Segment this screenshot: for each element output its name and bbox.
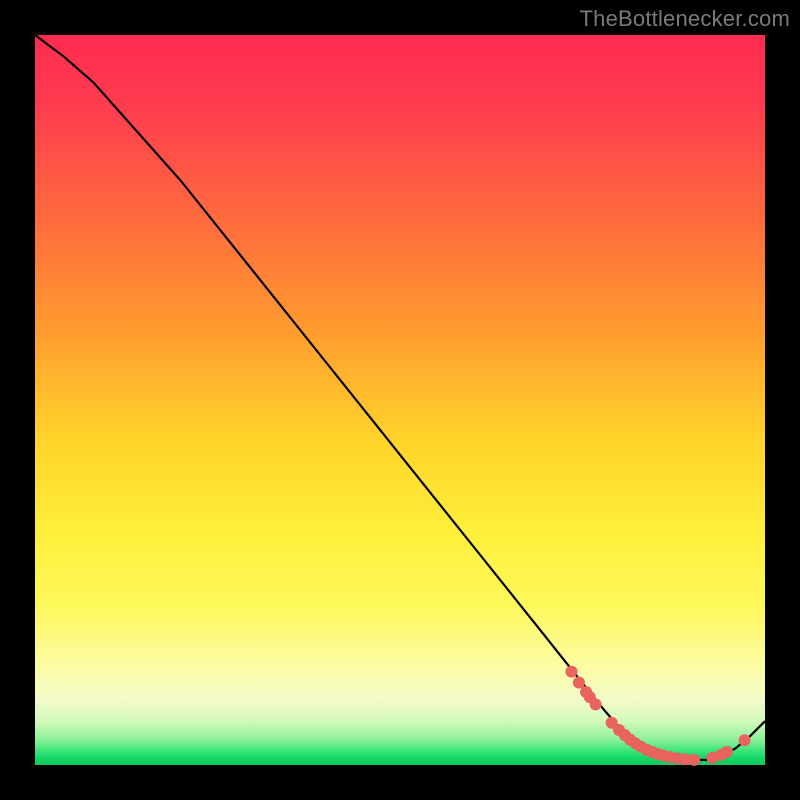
- highlight-dots-group: [566, 666, 751, 766]
- highlight-dot: [566, 666, 578, 678]
- highlight-dot: [590, 698, 602, 710]
- bottleneck-curve: [35, 35, 765, 760]
- highlight-dot: [688, 754, 700, 766]
- highlight-dot: [721, 746, 733, 758]
- chart-svg: [35, 35, 765, 765]
- plot-area: [35, 35, 765, 765]
- highlight-dot: [573, 677, 585, 689]
- highlight-dot: [739, 734, 751, 746]
- watermark-text: TheBottlenecker.com: [580, 6, 790, 32]
- chart-frame: TheBottlenecker.com: [0, 0, 800, 800]
